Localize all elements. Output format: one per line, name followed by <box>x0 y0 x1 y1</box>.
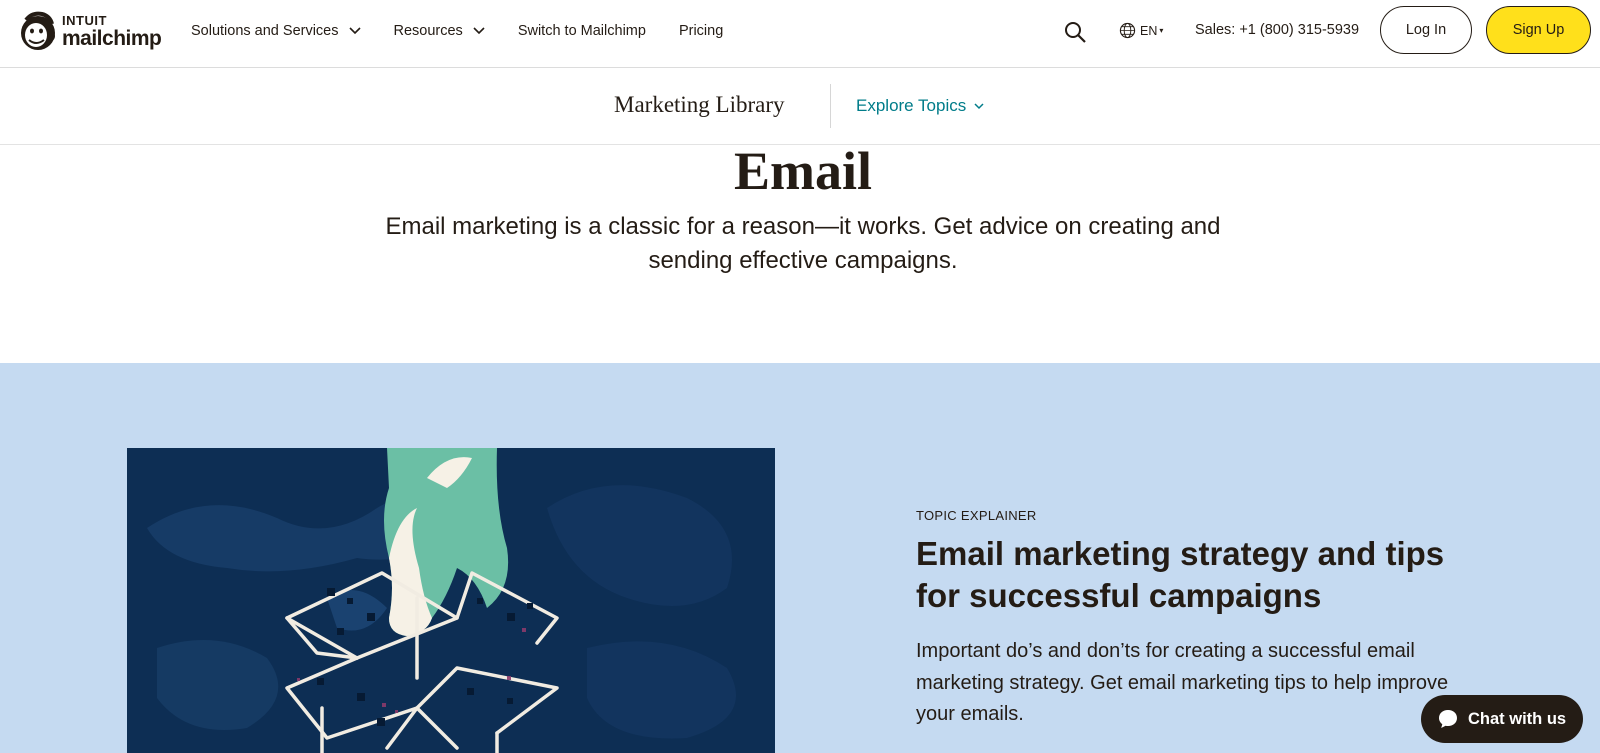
freddie-logo-icon <box>21 11 55 50</box>
page-description: Email marketing is a classic for a reaso… <box>385 213 1221 274</box>
mailchimp-logo[interactable]: INTUIT mailchimp <box>18 10 162 52</box>
article-eyebrow: TOPIC EXPLAINER <box>916 508 1037 523</box>
sales-phone-link[interactable]: Sales: +1 (800) 315-5939 <box>1195 22 1359 38</box>
nav-label: Switch to Mailchimp <box>517 23 646 39</box>
featured-article-image[interactable] <box>127 448 775 753</box>
nav-resources[interactable]: Resources <box>394 23 485 39</box>
library-subnav: Marketing Library Explore Topics <box>0 68 1600 145</box>
chat-with-us-button[interactable]: Chat with us <box>1421 695 1583 743</box>
nav-label: Resources <box>393 23 463 39</box>
chevron-down-icon <box>473 27 485 35</box>
caret-down-icon: ▾ <box>1159 26 1164 35</box>
marketing-library-title[interactable]: Marketing Library <box>614 92 785 118</box>
subnav-divider <box>830 84 831 128</box>
featured-article-description: Important do’s and don’ts for creating a… <box>916 640 1449 725</box>
explore-topics-dropdown[interactable]: Explore Topics <box>856 96 984 116</box>
explore-topics-label: Explore Topics <box>856 96 967 115</box>
page-title: Email <box>733 141 872 201</box>
featured-article-title[interactable]: Email marketing strategy and tips for su… <box>916 533 1496 617</box>
nav-switch-to-mailchimp[interactable]: Switch to Mailchimp <box>518 23 646 39</box>
language-selector[interactable]: EN ▾ <box>1119 22 1163 39</box>
language-code: EN <box>1140 23 1158 38</box>
nav-label: Solutions and Services <box>191 23 339 39</box>
hand-opening-box-illustration <box>127 448 775 753</box>
nav-pricing[interactable]: Pricing <box>679 23 723 39</box>
chevron-down-icon <box>348 27 361 35</box>
featured-article-section: TOPIC EXPLAINER Email marketing strategy… <box>0 363 1600 753</box>
logo-mailchimp-text: mailchimp <box>62 26 162 50</box>
chat-label: Chat with us <box>1468 709 1567 728</box>
top-navigation: INTUIT mailchimp Solutions and Services … <box>0 0 1600 68</box>
chat-bubble-icon <box>1439 710 1457 728</box>
logo-intuit-text: INTUIT <box>62 12 107 28</box>
globe-icon <box>1119 22 1136 39</box>
log-in-button[interactable]: Log In <box>1380 6 1472 54</box>
search-icon[interactable] <box>1063 20 1087 44</box>
main-nav: Solutions and Services Resources Switch … <box>191 0 723 62</box>
nav-solutions-and-services[interactable]: Solutions and Services <box>191 23 361 39</box>
sign-up-button[interactable]: Sign Up <box>1486 6 1591 54</box>
nav-label: Pricing <box>678 23 724 39</box>
chevron-down-icon <box>974 102 984 109</box>
